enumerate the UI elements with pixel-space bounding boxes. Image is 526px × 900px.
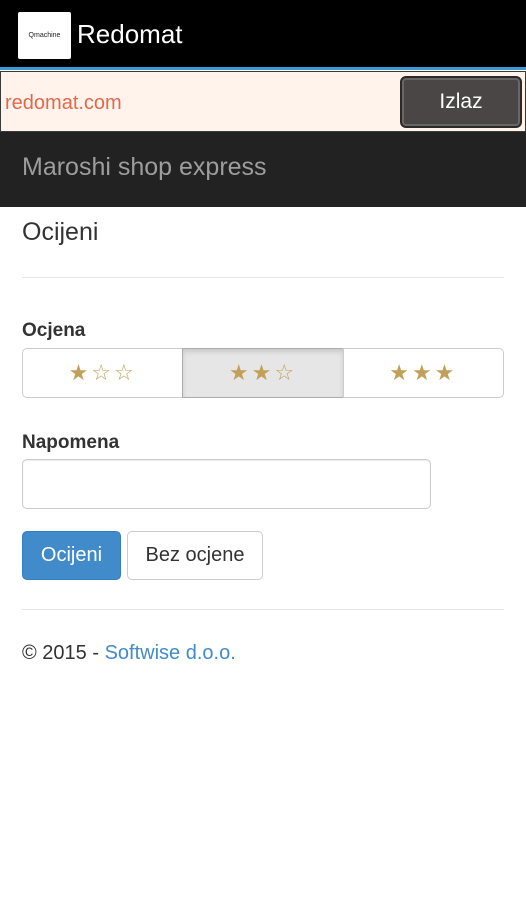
navbar: Maroshi shop express xyxy=(0,132,526,207)
rate-submit-button[interactable]: Ocijeni xyxy=(22,531,121,580)
rating-label: Ocjena xyxy=(22,320,86,341)
divider xyxy=(22,609,504,610)
app-logo-text: Qmachine xyxy=(28,32,61,39)
app-bar: Qmachine Redomat xyxy=(0,0,526,70)
exit-button[interactable]: Izlaz xyxy=(400,76,522,128)
app-logo: Qmachine xyxy=(18,12,71,59)
rating-2-star-button[interactable]: ★★☆ xyxy=(182,348,344,398)
rating-3-star-button[interactable]: ★★★ xyxy=(342,348,504,398)
no-rating-button[interactable]: Bez ocjene xyxy=(127,531,263,580)
note-input[interactable] xyxy=(22,459,431,509)
copyright-text: © 2015 - xyxy=(22,642,100,664)
company-link[interactable]: Softwise d.o.o. xyxy=(105,642,236,664)
url-bar: redomat.com Izlaz xyxy=(0,71,526,132)
navbar-brand[interactable]: Maroshi shop express xyxy=(22,153,267,182)
note-label: Napomena xyxy=(22,432,120,453)
rating-1-star-button[interactable]: ★☆☆ xyxy=(22,348,184,398)
app-title: Redomat xyxy=(77,19,183,49)
divider xyxy=(22,277,504,278)
url-text[interactable]: redomat.com xyxy=(5,92,122,115)
footer: © 2015 - Softwise d.o.o. xyxy=(22,642,236,665)
rating-button-group: ★☆☆ ★★☆ ★★★ xyxy=(22,348,504,398)
page-title: Ocijeni xyxy=(22,218,99,246)
